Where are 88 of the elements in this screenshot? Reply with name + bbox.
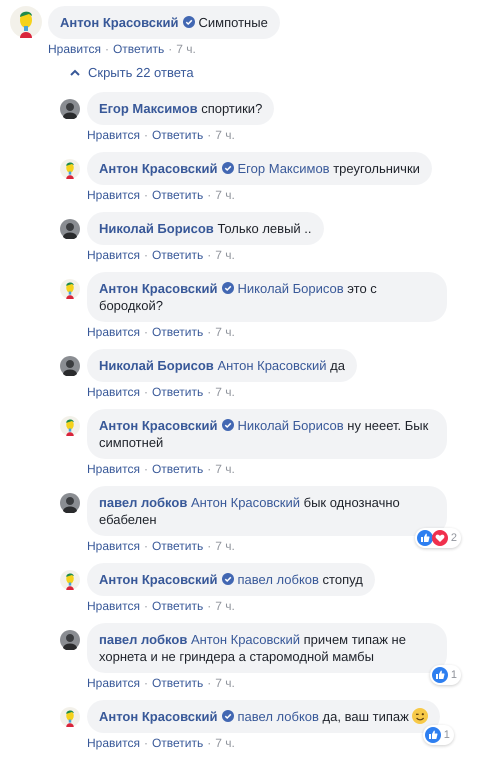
action-link[interactable]: Нравится: [87, 598, 140, 614]
action-link[interactable]: Нравится: [48, 41, 101, 57]
separator-dot: ·: [144, 461, 148, 477]
author-name[interactable]: Антон Красовский: [99, 709, 218, 724]
reaction-count: 1: [450, 669, 457, 681]
action-link[interactable]: Нравится: [87, 675, 140, 691]
action-link[interactable]: Нравится: [87, 324, 140, 340]
comment-text: Антон Красовский павел лобков стопуд: [99, 571, 363, 588]
action-link[interactable]: Ответить: [152, 598, 204, 614]
action-link[interactable]: Нравится: [87, 538, 140, 554]
author-name[interactable]: Антон Красовский: [99, 281, 218, 296]
comment-text: Антон Красовский Николай Борисов ну нееет. Бык симпотней: [99, 417, 430, 451]
separator-dot: ·: [207, 675, 212, 691]
separator-dot: ·: [144, 247, 148, 263]
comment-text: павел лобков Антон Красовский бык однозначно ебабелен: [99, 494, 401, 528]
avatar[interactable]: [60, 570, 80, 590]
like-icon: [424, 727, 441, 743]
action-link[interactable]: Ответить: [152, 247, 204, 263]
separator-dot: ·: [207, 735, 212, 751]
reaction-count: 1: [444, 729, 450, 741]
comment-text: Антон Красовский Николай Борисов это с бородкой?: [99, 280, 378, 314]
action-link[interactable]: Ответить: [152, 324, 204, 340]
author-name[interactable]: Антон Красовский: [60, 15, 179, 30]
separator-dot: ·: [207, 324, 212, 340]
author-name[interactable]: Николай Борисов: [99, 221, 214, 236]
like-icon: [432, 667, 448, 683]
separator-dot: ·: [144, 675, 148, 691]
author-name[interactable]: Антон Красовский: [99, 161, 218, 176]
separator-dot: ·: [144, 324, 148, 340]
avatar[interactable]: [60, 707, 80, 727]
action-link[interactable]: Нравится: [87, 461, 140, 477]
mention-link[interactable]: Антон Красовский: [190, 632, 300, 647]
comment-text: Николай Борисов Только левый ..: [99, 220, 312, 237]
separator-dot: ·: [207, 461, 212, 477]
separator-dot: ·: [207, 247, 212, 263]
action-link[interactable]: Нравится: [87, 247, 140, 263]
author-name[interactable]: павел лобков: [99, 632, 188, 647]
action-link[interactable]: Ответить: [152, 538, 204, 554]
mention-link[interactable]: павел лобков: [238, 709, 319, 724]
action-link[interactable]: Ответить: [152, 384, 204, 400]
author-name[interactable]: Николай Борисов: [99, 358, 214, 373]
separator-dot: ·: [144, 598, 148, 614]
separator-dot: ·: [144, 187, 148, 203]
hide-replies-toggle[interactable]: Скрыть 22 ответа: [70, 65, 194, 80]
avatar[interactable]: [10, 6, 42, 38]
comment-text: Егор Максимов спортики?: [99, 100, 262, 117]
action-link[interactable]: Ответить: [152, 187, 204, 203]
separator-dot: ·: [144, 538, 148, 554]
separator-dot: ·: [168, 41, 172, 57]
separator-dot: ·: [207, 187, 212, 203]
comment-text: Антон Красовский Симпотные: [60, 14, 268, 31]
separator-dot: ·: [207, 384, 212, 400]
caret-icon: [70, 69, 80, 76]
separator-dot: ·: [144, 384, 148, 400]
action-link[interactable]: Ответить: [112, 41, 164, 57]
separator-dot: ·: [144, 127, 148, 143]
action-link[interactable]: Ответить: [152, 461, 204, 477]
separator-dot: ·: [104, 41, 109, 57]
comment-text: Антон Красовский Егор Максимов треугольнички: [99, 160, 420, 177]
like-icon: [416, 530, 433, 546]
action-link[interactable]: Ответить: [152, 735, 204, 751]
avatar[interactable]: [60, 279, 80, 299]
mention-link[interactable]: Николай Борисов: [238, 418, 344, 433]
author-name[interactable]: Антон Красовский: [99, 418, 218, 433]
mention-link[interactable]: Николай Борисов: [238, 281, 344, 296]
separator-dot: ·: [207, 538, 212, 554]
avatar[interactable]: [60, 159, 80, 179]
action-link[interactable]: Ответить: [152, 675, 204, 691]
avatar[interactable]: [60, 416, 80, 436]
action-link[interactable]: Нравится: [87, 187, 140, 203]
separator-dot: ·: [207, 598, 212, 614]
reaction-count: 2: [450, 532, 457, 544]
author-name[interactable]: Антон Красовский: [99, 572, 218, 587]
author-name[interactable]: Егор Максимов: [99, 101, 198, 116]
author-name[interactable]: павел лобков: [99, 495, 188, 510]
mention-link[interactable]: Егор Максимов: [238, 161, 330, 176]
action-link[interactable]: Нравится: [87, 735, 140, 751]
comment-text: Антон Красовский павел лобков да, ваш типаж: [99, 708, 428, 725]
comment-text: Николай Борисов Антон Красовский да: [99, 357, 345, 374]
action-link[interactable]: Ответить: [152, 127, 204, 143]
mention-link[interactable]: Антон Красовский: [217, 358, 326, 373]
comment-text: павел лобков Антон Красовский причем типаж не хорнета и не гриндера а старомодной мамбы: [99, 631, 407, 665]
separator-dot: ·: [207, 127, 212, 143]
mention-link[interactable]: Антон Красовский: [190, 495, 300, 510]
action-link[interactable]: Нравится: [87, 127, 140, 143]
mention-link[interactable]: павел лобков: [238, 572, 319, 587]
action-link[interactable]: Нравится: [87, 384, 140, 400]
separator-dot: ·: [144, 735, 148, 751]
